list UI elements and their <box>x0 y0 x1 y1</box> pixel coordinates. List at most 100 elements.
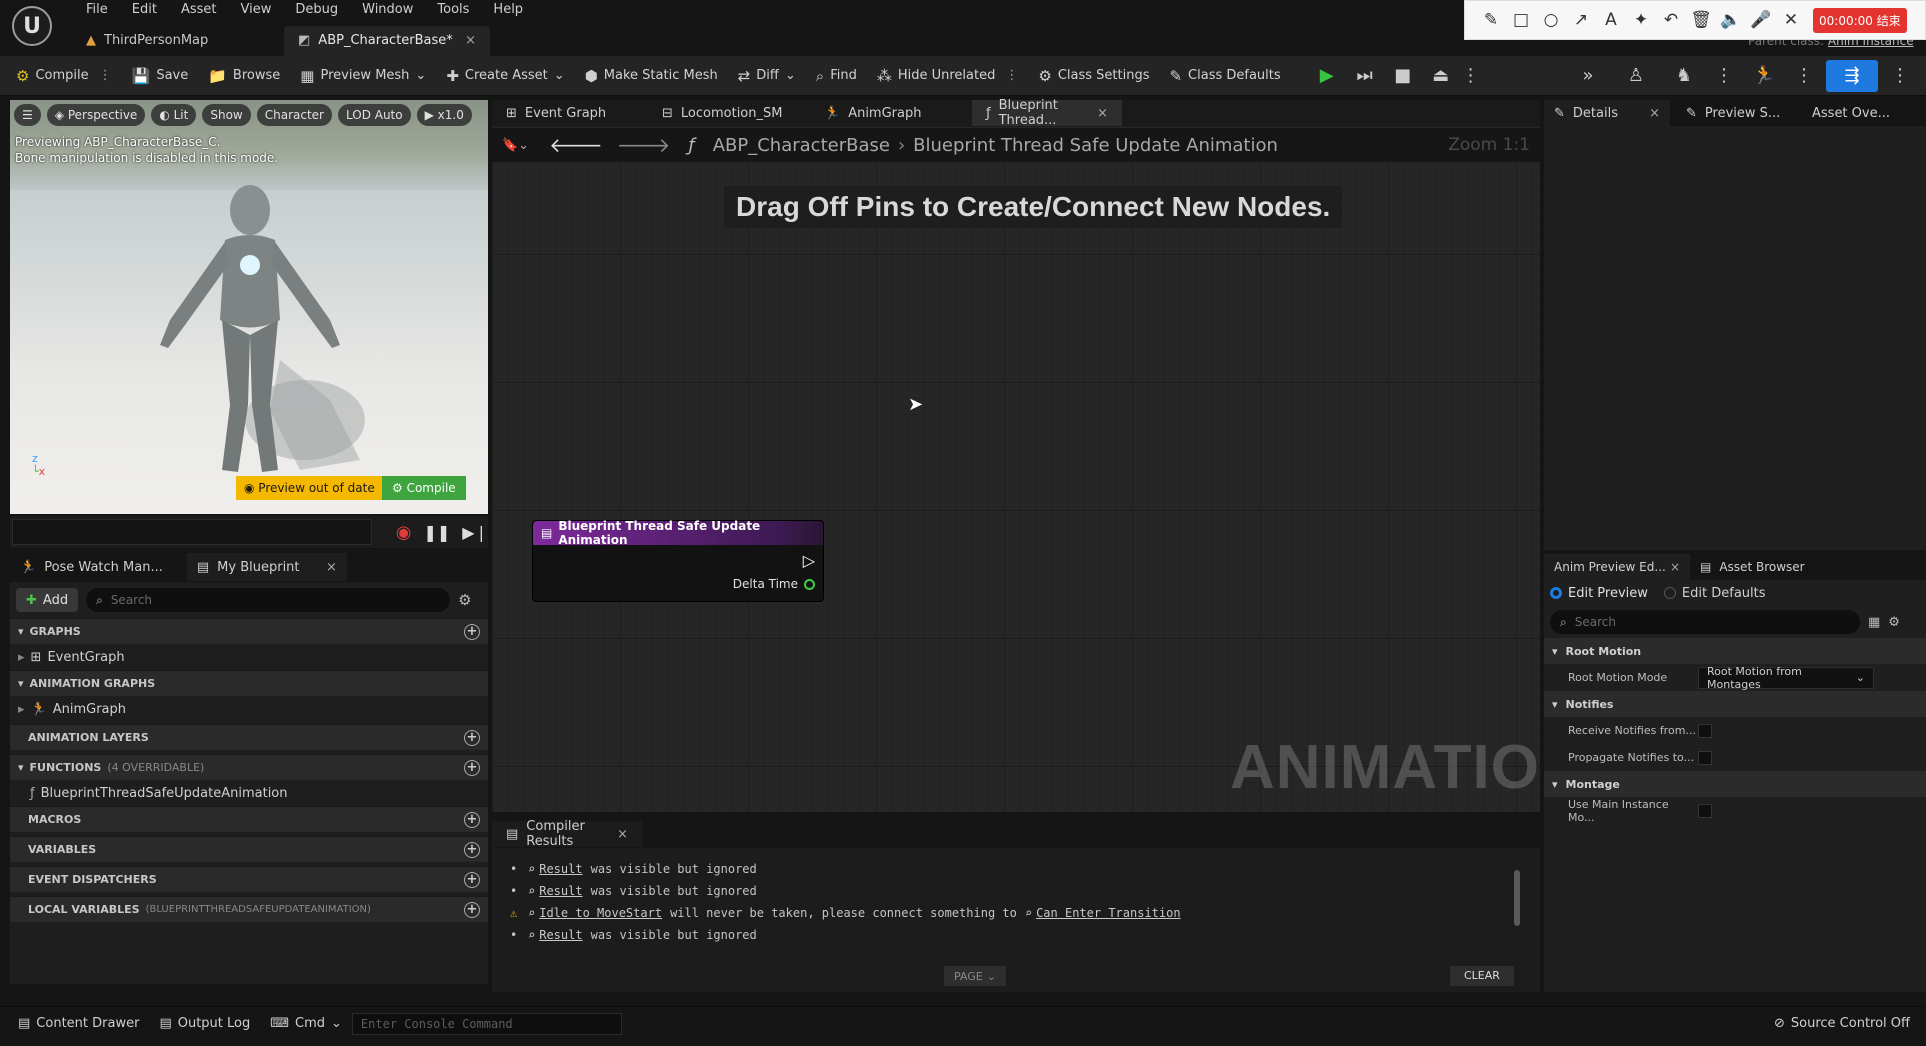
class-settings-button[interactable]: ⚙ Class Settings <box>1028 56 1159 96</box>
step-icon[interactable]: ⏭ <box>1347 60 1383 92</box>
bookmark-icon[interactable]: 🔖⌄ <box>502 138 529 153</box>
add-variable-icon[interactable]: + <box>464 841 480 858</box>
skeleton-mode-icon[interactable]: ♙ <box>1618 60 1654 92</box>
close-tab-icon[interactable]: × <box>1670 560 1680 574</box>
tab-anim-preview-editor[interactable]: Anim Preview Ed... × <box>1544 554 1690 580</box>
circle-icon[interactable]: ○ <box>1537 6 1565 34</box>
text-icon[interactable]: A <box>1597 6 1625 34</box>
add-button[interactable]: ✚ Add <box>16 588 79 612</box>
close-tab-icon[interactable]: × <box>465 26 476 56</box>
browse-button[interactable]: 📁 Browse <box>198 56 290 96</box>
blueprint-mode-options-icon[interactable]: ⋮ <box>1890 60 1910 92</box>
save-button[interactable]: 💾 Save <box>122 56 199 96</box>
page-dropdown[interactable]: PAGE ⌄ <box>944 966 1006 986</box>
animation-mode-options-icon[interactable]: ⋮ <box>1794 60 1814 92</box>
menu-edit[interactable]: Edit <box>120 0 169 20</box>
close-tab-icon[interactable]: × <box>1649 106 1660 121</box>
eject-icon[interactable]: ⏏ <box>1423 60 1459 92</box>
propagate-notifies-checkbox[interactable] <box>1698 750 1712 765</box>
menu-help[interactable]: Help <box>481 0 535 20</box>
mesh-mode-options-icon[interactable]: ⋮ <box>1714 60 1734 92</box>
clear-button[interactable]: CLEAR <box>1450 966 1514 986</box>
node-header[interactable]: ▤ Blueprint Thread Safe Update Animation <box>533 519 823 547</box>
play-icon[interactable]: ▶ <box>1309 60 1345 92</box>
function-entry-node[interactable]: ▤ Blueprint Thread Safe Update Animation… <box>532 519 824 602</box>
message-link[interactable]: Result <box>539 862 582 876</box>
tree-item-function[interactable]: ƒ BlueprintThreadSafeUpdateAnimation <box>10 780 488 806</box>
use-main-instance-checkbox[interactable] <box>1698 803 1712 818</box>
section-animation-graphs[interactable]: ▾ ANIMATION GRAPHS <box>10 670 488 696</box>
play-options-icon[interactable]: ⋮ <box>1461 60 1481 92</box>
float-pin-icon[interactable] <box>804 578 815 590</box>
close-tab-icon[interactable]: × <box>326 560 337 575</box>
arrow-icon[interactable]: ↗ <box>1567 6 1595 34</box>
graph-canvas[interactable] <box>492 126 1540 812</box>
find-button[interactable]: ⌕ Find <box>806 56 867 96</box>
delta-time-pin[interactable]: Delta Time <box>733 577 815 591</box>
show-button[interactable]: Show <box>202 104 251 126</box>
speaker-icon[interactable]: 🔈 <box>1717 6 1745 34</box>
menu-view[interactable]: View <box>229 0 284 20</box>
diff-button[interactable]: ⇄ Diff ⌄ <box>728 56 806 96</box>
expand-toolbar-icon[interactable]: » <box>1570 60 1606 92</box>
lod-button[interactable]: LOD Auto <box>337 104 411 126</box>
record-icon[interactable]: ◉ <box>396 522 412 543</box>
message-link[interactable]: Result <box>539 884 582 898</box>
output-log-button[interactable]: ▤ Output Log <box>149 1007 260 1041</box>
tree-item-eventgraph[interactable]: ▸ ⊞ EventGraph <box>10 644 488 670</box>
add-event-dispatcher-icon[interactable]: + <box>464 871 480 888</box>
close-icon[interactable]: ✕ <box>1777 6 1805 34</box>
menu-debug[interactable]: Debug <box>283 0 350 20</box>
compile-button[interactable]: ⚙ Compile <box>0 56 99 96</box>
tab-asset-override[interactable]: Asset Ove... <box>1802 100 1900 126</box>
settings-gear-icon[interactable]: ⚙ <box>1888 615 1900 630</box>
receive-notifies-checkbox[interactable] <box>1698 723 1712 738</box>
section-root-motion[interactable]: ▾ Root Motion <box>1544 638 1926 664</box>
tab-pose-watch-manager[interactable]: 🏃 Pose Watch Man... <box>10 553 173 581</box>
section-graphs[interactable]: ▾ GRAPHS + <box>10 618 488 644</box>
breadcrumb-root[interactable]: ABP_CharacterBase <box>713 135 890 156</box>
source-control-button[interactable]: ⊘ Source Control Off <box>1764 1007 1926 1041</box>
compiler-scrollbar[interactable] <box>1514 870 1520 926</box>
doc-tab-thirdpersonmap[interactable]: ▲ ThirdPersonMap <box>72 26 222 56</box>
pause-icon[interactable]: ❚❚ <box>423 523 450 542</box>
root-motion-mode-dropdown[interactable]: Root Motion from Montages ⌄ <box>1698 665 1874 691</box>
blueprint-mode-icon[interactable]: ⇶ <box>1826 59 1878 92</box>
tab-asset-browser[interactable]: ▤ Asset Browser <box>1690 554 1815 580</box>
add-function-icon[interactable]: + <box>464 759 480 776</box>
details-search[interactable]: ⌕ Search <box>1550 610 1860 634</box>
hide-unrelated-button[interactable]: ⁂ Hide Unrelated <box>867 56 1006 96</box>
back-arrow-icon[interactable]: 🡐 <box>549 133 603 157</box>
tab-locomotion-sm[interactable]: ⊟ Locomotion_SM <box>648 100 808 126</box>
pen-icon[interactable]: ✎ <box>1477 6 1505 34</box>
section-event-dispatchers[interactable]: EVENT DISPATCHERS + <box>10 866 488 892</box>
timeline-scrubber[interactable] <box>12 519 372 545</box>
forward-arrow-icon[interactable]: 🡒 <box>617 133 671 157</box>
section-variables[interactable]: VARIABLES + <box>10 836 488 862</box>
expand-arrow-icon[interactable]: ▸ <box>18 702 25 717</box>
section-montage[interactable]: ▾ Montage <box>1544 771 1926 797</box>
section-functions[interactable]: ▾ FUNCTIONS (4 OVERRIDABLE) + <box>10 754 488 780</box>
add-macro-icon[interactable]: + <box>464 811 480 828</box>
section-macros[interactable]: MACROS + <box>10 806 488 832</box>
trash-icon[interactable]: 🗑 <box>1687 6 1715 34</box>
microphone-icon[interactable]: 🎤 <box>1747 6 1775 34</box>
step-forward-icon[interactable]: ▶❘ <box>462 523 488 542</box>
exec-pin-icon[interactable]: ▷ <box>803 551 815 570</box>
viewport-menu-icon[interactable]: ☰ <box>14 104 41 126</box>
add-local-variable-icon[interactable]: + <box>464 901 480 918</box>
tab-compiler-results[interactable]: ▤ Compiler Results × <box>492 819 642 849</box>
my-blueprint-search[interactable]: ⌕ Search <box>86 588 451 612</box>
section-local-variables[interactable]: LOCAL VARIABLES (BLUEPRINTTHREADSAFEUPDA… <box>10 896 488 922</box>
tab-animgraph[interactable]: 🏃 AnimGraph <box>810 100 970 126</box>
class-defaults-button[interactable]: ✎ Class Defaults <box>1159 56 1290 96</box>
tree-item-animgraph[interactable]: ▸ 🏃 AnimGraph <box>10 696 488 722</box>
tab-blueprint-thread[interactable]: ƒ Blueprint Thread... × <box>972 98 1122 128</box>
menu-tools[interactable]: Tools <box>425 0 481 20</box>
preview-mesh-button[interactable]: ▦ Preview Mesh ⌄ <box>290 56 436 96</box>
tab-details[interactable]: ✎ Details × <box>1544 100 1670 126</box>
console-input[interactable]: Enter Console Command <box>351 1012 622 1035</box>
tab-my-blueprint[interactable]: ▤ My Blueprint × <box>186 553 347 581</box>
add-animation-layer-icon[interactable]: + <box>464 729 480 746</box>
animation-mode-icon[interactable]: 🏃 <box>1746 60 1782 92</box>
